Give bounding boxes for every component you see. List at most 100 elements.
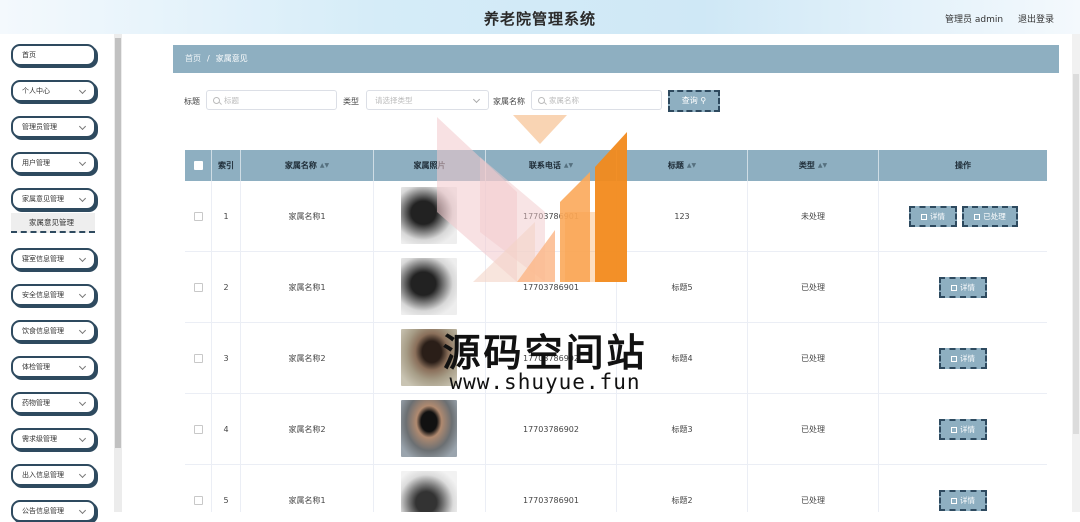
cell-type: 已处理 [748,252,879,323]
table-row: 1 家属名称1 17703786901 123 未处理 详情 已处理 [185,181,1047,252]
cell-phone: 17703786901 [486,465,617,512]
row-checkbox[interactable] [193,496,203,505]
column-header-title[interactable]: 标题 ▲▼ [617,150,748,181]
sidebar-item-label: 管理员管理 [22,123,57,131]
sort-icon[interactable]: ▲▼ [818,150,827,181]
edit-icon [974,214,981,220]
sidebar-item-label: 体检管理 [22,363,50,371]
sidebar-item-user-management[interactable]: 用户管理 [11,152,96,174]
sidebar-item-home[interactable]: 首页 [11,44,96,66]
search-icon [213,97,220,104]
chevron-down-icon [78,470,87,479]
main-scrollbar[interactable] [1072,34,1080,512]
query-button[interactable]: 查询 ⚲ [668,90,720,112]
sidebar-item-demand-level[interactable]: 需求级管理 [11,428,96,450]
cell-title: 标题5 [617,252,748,323]
cell-photo [374,465,486,512]
detail-button-label: 详情 [960,425,975,434]
mark-processed-button-label: 已处理 [983,212,1006,221]
sort-icon[interactable]: ▲▼ [320,150,329,181]
chevron-down-icon [78,362,87,371]
sidebar-item-checkup[interactable]: 体检管理 [11,356,96,378]
family-photo[interactable] [401,400,457,457]
sidebar-item-diet[interactable]: 饮食信息管理 [11,320,96,342]
column-header-photo: 家属照片 [374,150,486,181]
column-header-label: 家属名称 [284,161,317,170]
type-select-placeholder: 请选择类型 [375,96,413,105]
row-checkbox[interactable] [193,425,203,434]
app-title: 养老院管理系统 [483,10,596,28]
sort-icon[interactable]: ▲▼ [564,150,573,181]
sidebar-item-label: 安全信息管理 [22,291,64,299]
family-photo[interactable] [401,258,457,315]
sidebar-item-safety[interactable]: 安全信息管理 [11,284,96,306]
cell-index: 3 [212,323,241,394]
detail-button-label: 详情 [930,212,945,221]
sidebar-item-family-feedback[interactable]: 家属意见管理 [11,188,96,210]
title-search-placeholder: 标题 [224,96,239,105]
sidebar-item-label: 饮食信息管理 [22,327,64,335]
breadcrumb-home[interactable]: 首页 [185,54,201,63]
name-search-input[interactable]: 家属名称 [531,90,662,110]
detail-button-label: 详情 [960,283,975,292]
cell-index: 2 [212,252,241,323]
sidebar: 首页 个人中心 管理员管理 用户管理 家属意见管理 家属意见管理 寝室信息管理 … [0,34,122,522]
sort-icon[interactable]: ▲▼ [687,150,696,181]
select-all-checkbox[interactable] [193,161,203,170]
cell-photo [374,323,486,394]
type-select[interactable]: 请选择类型 [366,90,489,110]
document-icon [951,356,957,362]
detail-button-label: 详情 [960,354,975,363]
chevron-down-icon [78,506,87,515]
detail-button[interactable]: 详情 [939,419,987,440]
cell-actions: 详情 [879,323,1047,394]
detail-button[interactable]: 详情 [939,277,987,298]
top-header: 养老院管理系统 管理员 admin 退出登录 [0,0,1080,34]
family-photo[interactable] [401,329,457,386]
cell-photo [374,252,486,323]
sidebar-item-dormitory[interactable]: 寝室信息管理 [11,248,96,270]
sidebar-item-label: 首页 [22,51,36,59]
detail-button[interactable]: 详情 [939,348,987,369]
row-checkbox[interactable] [193,354,203,363]
column-header-label: 联系电话 [528,161,561,170]
sidebar-item-label: 个人中心 [22,87,50,95]
logout-button[interactable]: 退出登录 [1018,15,1054,25]
sidebar-scrollbar[interactable] [114,34,122,512]
column-header-label: 类型 [798,161,815,170]
detail-button[interactable]: 详情 [939,490,987,511]
row-checkbox[interactable] [193,212,203,221]
sidebar-item-medicine[interactable]: 药物管理 [11,392,96,414]
column-header-name[interactable]: 家属名称 ▲▼ [241,150,374,181]
column-header-phone[interactable]: 联系电话 ▲▼ [486,150,617,181]
row-checkbox[interactable] [193,283,203,292]
breadcrumb: 首页 / 家属意见 [173,45,1059,73]
breadcrumb-current: 家属意见 [215,54,248,63]
column-header-label: 标题 [667,161,684,170]
search-icon [538,97,545,104]
sidebar-item-admin-management[interactable]: 管理员管理 [11,116,96,138]
family-photo[interactable] [401,187,457,244]
cell-type: 已处理 [748,394,879,465]
cell-photo [374,394,486,465]
detail-button[interactable]: 详情 [909,206,957,227]
table-row: 2 家属名称1 17703786901 标题5 已处理 详情 [185,252,1047,323]
mark-processed-button[interactable]: 已处理 [962,206,1018,227]
document-icon [921,214,927,220]
cell-phone: 17703786901 [486,181,617,252]
column-header-type[interactable]: 类型 ▲▼ [748,150,879,181]
chevron-down-icon [472,95,481,104]
sidebar-scrollbar-thumb[interactable] [115,38,121,448]
sidebar-item-label: 公告信息管理 [22,507,64,515]
table-row: 5 家属名称1 17703786901 标题2 已处理 详情 [185,465,1047,512]
title-search-input[interactable]: 标题 [206,90,337,110]
cell-phone: 17703786902 [486,394,617,465]
submenu-family-feedback-management[interactable]: 家属意见管理 [11,213,95,233]
cell-index: 1 [212,181,241,252]
row-select-cell [185,252,212,323]
main-scrollbar-thumb[interactable] [1073,74,1079,434]
sidebar-item-notices[interactable]: 公告信息管理 [11,500,96,522]
family-photo[interactable] [401,471,457,512]
sidebar-item-personal-center[interactable]: 个人中心 [11,80,96,102]
sidebar-item-access-records[interactable]: 出入信息管理 [11,464,96,486]
